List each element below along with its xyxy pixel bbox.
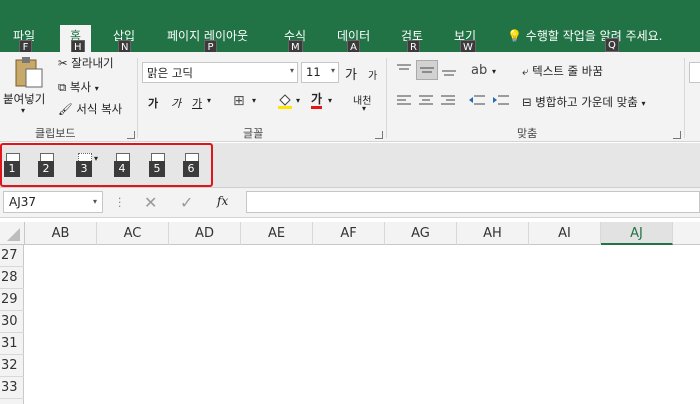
align-right-icon[interactable] <box>440 94 456 108</box>
align-center-icon[interactable] <box>418 94 434 108</box>
copy-icon: ⧉ <box>58 80 67 94</box>
border-dropdown-icon[interactable]: ▾ <box>252 96 256 105</box>
clipboard-launcher-icon[interactable] <box>127 131 135 139</box>
row-headers: 27 28 29 30 31 32 33 <box>0 245 24 404</box>
copy-button[interactable]: ⧉ 복사 ▾ <box>58 79 99 95</box>
align-top-icon[interactable] <box>395 62 413 78</box>
tell-me-box[interactable]: 💡 수행할 작업을 알려 주세요. <box>507 27 662 44</box>
column-header-ah[interactable]: AH <box>457 222 529 245</box>
font-color-button[interactable]: 가 <box>311 92 323 109</box>
wrap-text-icon: ⤶ <box>522 64 529 78</box>
align-bottom-icon[interactable] <box>440 62 458 78</box>
separator <box>386 58 387 138</box>
row-header[interactable]: 29 <box>0 289 24 311</box>
cancel-icon[interactable]: ✕ <box>144 193 157 212</box>
font-size-combo[interactable]: 11 ▾ <box>301 62 339 83</box>
column-header-ac[interactable]: AC <box>97 222 169 245</box>
row-header[interactable]: 33 <box>0 377 24 399</box>
increase-indent-icon[interactable] <box>492 94 510 108</box>
row-header[interactable]: 31 <box>0 333 24 355</box>
align-left-icon[interactable] <box>396 94 412 108</box>
row-header[interactable]: 30 <box>0 311 24 333</box>
ribbon-home: 붙여넣기 ▾ ✂ 잘라내기 ⧉ 복사 ▾ 🖌 서식 복사 클립보드 맑은 고딕 ▾… <box>0 52 700 142</box>
column-header-ae[interactable]: AE <box>241 222 313 245</box>
italic-button[interactable]: 가 <box>171 95 181 111</box>
alignment-group-label: 맞춤 <box>517 127 538 140</box>
font-group-label: 글꼴 <box>243 127 264 140</box>
column-headers: AB AC AD AE AF AG AH AI AJ <box>0 222 700 245</box>
merge-center-button[interactable]: ⊟ 병합하고 가운데 맞춤 ▾ <box>522 94 646 110</box>
column-header-ab[interactable]: AB <box>25 222 97 245</box>
column-header-ad[interactable]: AD <box>169 222 241 245</box>
separator <box>684 58 685 138</box>
row-header[interactable]: 27 <box>0 245 24 267</box>
wrap-text-button[interactable]: ⤶ 텍스트 줄 바꿈 <box>522 63 603 79</box>
highlight-box <box>0 143 213 187</box>
formula-bar: AJ37 ▾ ⋮ ✕ ✓ fx <box>0 188 700 218</box>
phonetic-dropdown-icon[interactable]: ▾ <box>362 104 366 113</box>
decrease-indent-icon[interactable] <box>468 94 486 108</box>
cell-grid[interactable] <box>25 245 700 404</box>
fill-color-icon[interactable] <box>277 92 293 110</box>
font-name-combo[interactable]: 맑은 고딕 ▾ <box>142 62 298 83</box>
paste-dropdown-icon[interactable]: ▾ <box>21 106 25 115</box>
select-all-button[interactable] <box>0 222 25 245</box>
scissors-icon: ✂ <box>58 56 68 70</box>
separator <box>137 58 138 138</box>
insert-function-button[interactable]: fx <box>217 194 228 208</box>
align-middle-icon[interactable] <box>416 60 438 80</box>
lightbulb-icon: 💡 <box>507 29 522 43</box>
fill-color-dropdown-icon[interactable]: ▾ <box>296 96 300 105</box>
row-header[interactable]: 32 <box>0 355 24 377</box>
merge-icon: ⊟ <box>522 95 532 109</box>
clipboard-group-label: 클립보드 <box>35 127 76 140</box>
more-options-icon[interactable]: ⋮ <box>114 195 126 209</box>
alignment-launcher-icon[interactable] <box>673 131 681 139</box>
cut-button[interactable]: ✂ 잘라내기 <box>58 55 114 71</box>
column-header-next[interactable] <box>673 222 700 245</box>
enter-icon[interactable]: ✓ <box>180 193 193 212</box>
underline-dropdown-icon[interactable]: ▾ <box>207 96 211 105</box>
column-header-ag[interactable]: AG <box>385 222 457 245</box>
name-box[interactable]: AJ37 ▾ <box>3 191 103 213</box>
font-color-dropdown-icon[interactable]: ▾ <box>328 96 332 105</box>
column-header-aj[interactable]: AJ <box>601 222 673 245</box>
paste-icon[interactable] <box>8 56 48 92</box>
grow-font-button[interactable]: 가 <box>345 64 357 83</box>
formula-input[interactable] <box>246 191 700 213</box>
keytip-tell-me: Q <box>605 38 619 52</box>
paste-button[interactable]: 붙여넣기 <box>3 91 45 107</box>
orientation-icon[interactable]: ab <box>471 63 487 78</box>
underline-button[interactable]: 가 <box>192 95 202 111</box>
column-header-af[interactable]: AF <box>313 222 385 245</box>
orientation-dropdown-icon[interactable]: ▾ <box>492 67 496 76</box>
ribbon-tab-bar: 파일 홈 삽입 페이지 레이아웃 수식 데이터 검토 보기 💡 수행할 작업을 … <box>0 0 700 54</box>
bold-button[interactable]: 가 <box>148 95 158 111</box>
font-launcher-icon[interactable] <box>375 131 383 139</box>
format-painter-button[interactable]: 🖌 서식 복사 <box>58 101 122 117</box>
border-icon[interactable]: ⊞ <box>233 93 245 109</box>
column-header-ai[interactable]: AI <box>529 222 601 245</box>
shrink-font-button[interactable]: 가 <box>368 67 377 82</box>
row-header[interactable]: 28 <box>0 267 24 289</box>
brush-icon: 🖌 <box>58 102 73 116</box>
number-format-combo[interactable] <box>689 62 700 83</box>
